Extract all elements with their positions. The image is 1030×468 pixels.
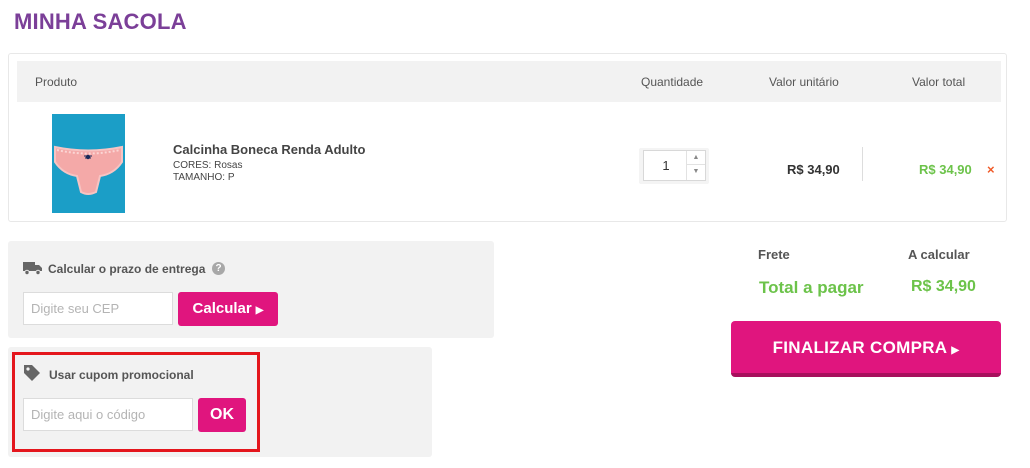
header-quantity: Quantidade [641,75,704,89]
quantity-stepper: 1 ▲ ▼ [639,148,709,184]
coupon-code-input[interactable] [23,398,193,431]
quantity-arrows: ▲ ▼ [686,151,705,180]
item-total-price: R$ 34,90 [919,162,972,177]
calculate-button[interactable]: Calcular ▶ [178,292,278,326]
product-color: CORES: Rosas [173,160,243,171]
total-label: Total a pagar [759,278,864,297]
panties-illustration [52,114,125,213]
coupon-label: Usar cupom promocional [49,368,194,382]
quantity-decrease-icon[interactable]: ▼ [687,165,705,179]
column-divider [862,147,863,181]
cep-input[interactable] [23,292,173,325]
shipping-cost-value: A calcular [908,247,970,262]
quantity-value: 1 [662,158,670,173]
total-value: R$ 34,90 [911,278,976,295]
unit-price: R$ 34,90 [787,162,840,177]
quantity-input[interactable]: 1 ▲ ▼ [643,150,706,181]
caret-right-icon: ▶ [255,305,264,316]
coupon-ok-button[interactable]: OK [198,398,246,432]
checkout-button-label: FINALIZAR COMPRA [772,338,948,357]
shipping-label: Calcular o prazo de entrega [48,262,206,276]
truck-icon [23,262,42,276]
checkout-button[interactable]: FINALIZAR COMPRA ▶ [731,321,1001,377]
product-image[interactable] [52,114,125,213]
help-icon[interactable]: ? [212,262,225,275]
shipping-cost-label: Frete [758,247,790,262]
header-total: Valor total [912,75,966,89]
remove-item-icon[interactable]: × [987,162,995,177]
caret-right-icon: ▶ [951,345,960,356]
cart-table: Produto Quantidade Valor unitário Valor … [8,53,1007,222]
page-title: MINHA SACOLA [14,9,187,34]
header-unit-price: Valor unitário [769,75,839,89]
product-size: TAMANHO: P [173,172,235,183]
quantity-increase-icon[interactable]: ▲ [687,151,705,165]
shipping-panel: Calcular o prazo de entrega ? Calcular▶ [8,241,494,338]
product-name[interactable]: Calcinha Boneca Renda Adulto [173,142,365,157]
cart-table-header: Produto Quantidade Valor unitário Valor … [17,61,1001,102]
header-product: Produto [35,75,78,89]
calculate-button-label: Calcular [192,300,252,317]
tag-icon [24,365,40,381]
